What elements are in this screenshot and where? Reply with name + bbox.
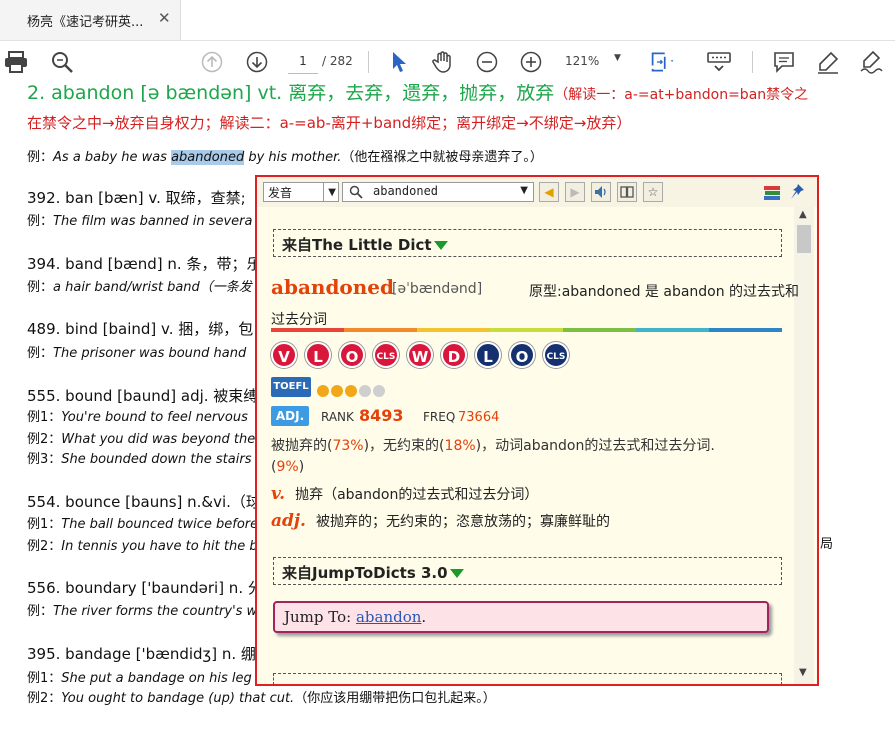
dict-badge-v[interactable]: V bbox=[271, 342, 297, 368]
entry-554-example-tail: 局 bbox=[820, 537, 834, 552]
dict-badge-cls-blue[interactable]: CLS bbox=[543, 342, 569, 368]
popup-toolbar: 发音 ▼ abandoned ▼ ◀ ▶ ☆ bbox=[257, 177, 817, 207]
difficulty-dots bbox=[317, 382, 387, 401]
dict-badge-w[interactable]: W bbox=[407, 342, 433, 368]
keyboard-icon[interactable] bbox=[706, 49, 732, 75]
toolbar: 1 / 282 121% ▼ bbox=[0, 41, 895, 83]
entry-abandon-heading: 2. abandon [ə bændən] vt. 离弃，去弃，遗弃，抛弃，放弃… bbox=[27, 84, 809, 104]
page-total: / 282 bbox=[322, 54, 353, 68]
search-icon bbox=[349, 185, 363, 199]
entry-394-example: 例：a hair band/wrist band（一条发 bbox=[27, 280, 252, 295]
dict-badge-o[interactable]: O bbox=[339, 342, 365, 368]
chevron-down-icon[interactable]: ▼ bbox=[520, 185, 528, 196]
tab-title: 杨亮《速记考研英... bbox=[27, 15, 144, 30]
zoom-out-icon[interactable] bbox=[474, 49, 500, 75]
usage-stats: 被抛弃的(73%)，无约束的(18%)，动词abandon的过去式和过去分词. … bbox=[271, 438, 715, 475]
back-arrow-icon[interactable]: ◀ bbox=[539, 182, 559, 202]
close-tab-icon[interactable]: ✕ bbox=[158, 9, 171, 27]
origin-note-cont: 过去分词 bbox=[271, 312, 327, 328]
entry-555-example-1: 例1：You're bound to feel nervous bbox=[27, 410, 248, 425]
entry-489-example: 例：The prisoner was bound hand bbox=[27, 346, 247, 361]
scroll-up-icon[interactable]: ▲ bbox=[799, 209, 807, 220]
entry-555-example-3: 例3：She bounded down the stairs bbox=[27, 452, 252, 467]
sign-icon[interactable] bbox=[859, 49, 885, 75]
zoom-level[interactable]: 121% bbox=[565, 54, 599, 68]
toefl-badge: TOEFL bbox=[271, 377, 311, 397]
entry-555-example-2: 例2：What you did was beyond the bbox=[27, 432, 256, 447]
dict-badge-o-blue[interactable]: O bbox=[509, 342, 535, 368]
rank-label: RANK bbox=[321, 410, 354, 424]
chevron-down-icon: ▼ bbox=[328, 187, 336, 198]
expand-triangle-icon[interactable] bbox=[433, 241, 448, 250]
hand-tool-icon[interactable] bbox=[430, 49, 456, 75]
speaker-icon[interactable] bbox=[591, 182, 611, 202]
popup-scrollbar[interactable]: ▲ ▼ bbox=[794, 207, 814, 684]
print-icon[interactable] bbox=[3, 49, 29, 75]
select-cursor-icon[interactable] bbox=[386, 49, 412, 75]
scroll-down-icon[interactable]: ▼ bbox=[799, 667, 807, 678]
entry-554-example-2: 例2：In tennis you have to hit the b bbox=[27, 539, 258, 554]
star-icon[interactable]: ☆ bbox=[643, 182, 663, 202]
forward-arrow-icon[interactable]: ▶ bbox=[565, 182, 585, 202]
chevron-down-icon[interactable]: ▼ bbox=[614, 53, 621, 63]
freq-value: 73664 bbox=[458, 410, 500, 425]
entry-394: 394. band [bænd] n. 条，带；乐 bbox=[27, 255, 262, 273]
dict-badge-d[interactable]: D bbox=[441, 342, 467, 368]
jump-link[interactable]: abandon bbox=[356, 608, 421, 626]
jump-to-box: Jump To: abandon. bbox=[273, 601, 769, 633]
selected-word[interactable]: abandoned bbox=[171, 150, 245, 165]
expand-triangle-icon[interactable] bbox=[449, 569, 464, 578]
entry-555: 555. bound [baund] adj. 被束缚 bbox=[27, 387, 259, 405]
book-icon[interactable] bbox=[617, 182, 637, 202]
highlight-pen-icon[interactable] bbox=[815, 49, 841, 75]
entry-395: 395. bandage ['bændidʒ] n. 绷带 bbox=[27, 645, 271, 663]
entry-abandon-example: 例：As a baby he was abandoned by his moth… bbox=[27, 150, 543, 165]
next-page-icon[interactable] bbox=[244, 49, 270, 75]
search-input[interactable]: abandoned ▼ bbox=[342, 182, 534, 202]
dict-section-little-dict[interactable]: 来自The Little Dict bbox=[273, 229, 782, 257]
headword: abandoned bbox=[271, 275, 395, 299]
entry-556-example: 例：The river forms the country's w bbox=[27, 604, 258, 619]
freq-label: FREQ bbox=[423, 410, 456, 424]
pin-icon[interactable] bbox=[789, 183, 805, 205]
fit-page-icon[interactable] bbox=[650, 49, 676, 75]
phonetic: [əˈbændənd] bbox=[392, 281, 483, 297]
definition-adjective: adj. 被抛弃的；无约束的；恣意放荡的；寡廉鲜耻的 bbox=[271, 511, 610, 531]
entry-489: 489. bind [baind] v. 捆，绑，包 bbox=[27, 320, 254, 338]
pronunciation-select[interactable]: 发音 ▼ bbox=[263, 182, 339, 202]
scrollbar-thumb[interactable] bbox=[797, 225, 811, 253]
entry-392: 392. ban [bæn] v. 取缔，查禁; bbox=[27, 189, 246, 207]
previous-page-icon[interactable] bbox=[199, 49, 225, 75]
rainbow-divider bbox=[271, 328, 782, 332]
toolbar-divider bbox=[368, 51, 369, 73]
entry-556: 556. boundary ['baundəri] n. 分 bbox=[27, 579, 263, 597]
document-tab[interactable]: 杨亮《速记考研英... ✕ bbox=[0, 0, 181, 40]
dict-badge-cls[interactable]: CLS bbox=[373, 342, 399, 368]
entry-395-example-2: 例2：You ought to bandage (up) that cut.（你… bbox=[27, 691, 496, 706]
dictionary-popup[interactable]: 发音 ▼ abandoned ▼ ◀ ▶ ☆ ▲ ▼ 来自The Little D… bbox=[255, 175, 819, 686]
entry-395-example-1: 例1：She put a bandage on his leg bbox=[27, 671, 252, 686]
page-number-input[interactable]: 1 bbox=[288, 49, 318, 74]
zoom-in-icon[interactable] bbox=[518, 49, 544, 75]
books-icon[interactable] bbox=[763, 183, 781, 205]
entry-554-example-1: 例1：The ball bounced twice before bbox=[27, 517, 259, 532]
entry-392-example: 例：The film was banned in severa bbox=[27, 214, 253, 229]
entry-abandon-etymology: 在禁令之中→放弃自身权力；解读二：a-=ab-离开+band绑定；离开绑定→不绑… bbox=[27, 114, 632, 132]
pos-badge: ADJ. bbox=[271, 406, 309, 426]
dict-badge-l[interactable]: L bbox=[305, 342, 331, 368]
origin-note: 原型:abandoned 是 abandon 的过去式和 bbox=[529, 284, 800, 300]
comment-icon[interactable] bbox=[771, 49, 797, 75]
dict-section-next bbox=[273, 673, 782, 685]
rank-value: 8493 bbox=[359, 406, 404, 425]
entry-554: 554. bounce [bauns] n.&vi.（球 bbox=[27, 493, 261, 511]
tab-bar: 杨亮《速记考研英... ✕ bbox=[0, 0, 895, 41]
dict-section-jumptodicts[interactable]: 来自JumpToDicts 3.0 bbox=[273, 557, 782, 585]
toolbar-divider bbox=[752, 51, 753, 73]
definition-verb: v. 抛弃（abandon的过去式和过去分词） bbox=[271, 484, 539, 504]
search-icon[interactable] bbox=[49, 49, 75, 75]
dict-badge-l-blue[interactable]: L bbox=[475, 342, 501, 368]
